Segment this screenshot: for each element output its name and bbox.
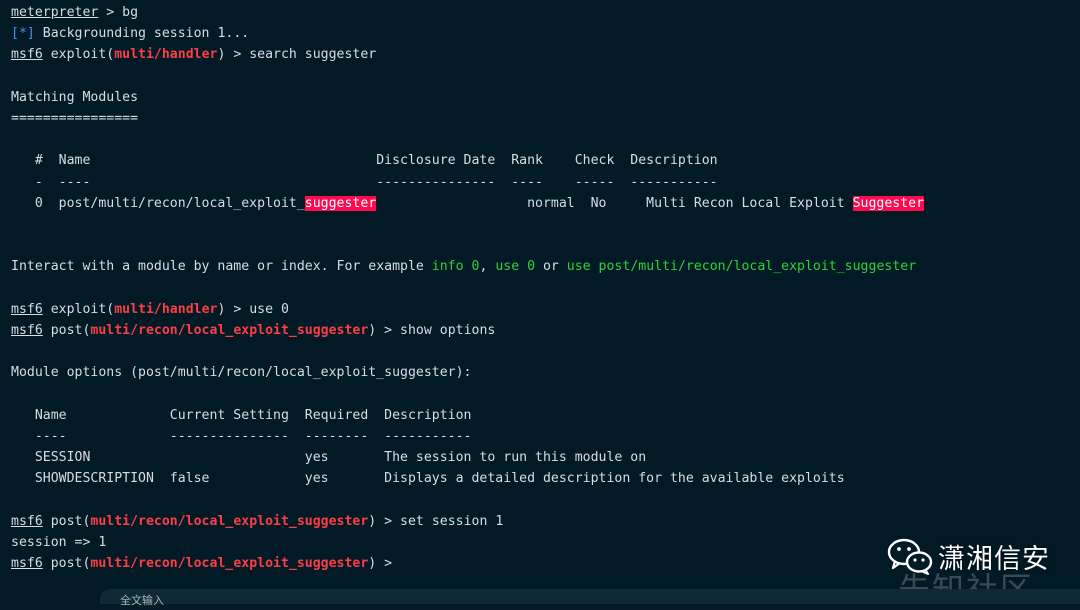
prompt-label: msf6: [11, 513, 43, 529]
status-tag: [*]: [11, 26, 35, 42]
hint-separator: ,: [479, 259, 496, 275]
table-row: SESSION yes The session to run this modu…: [11, 449, 647, 465]
command-text: ) > show options: [368, 322, 496, 338]
terminal-output: meterpreter > bg [*] Backgrounding sessi…: [11, 2, 1071, 574]
table-separator: - ---- --------------- ---- ----- ------…: [11, 174, 718, 190]
command-text: ) >: [368, 555, 401, 571]
prompt-context: post(: [42, 513, 91, 529]
table-row: SHOWDESCRIPTION false yes Displays a det…: [11, 471, 845, 487]
section-title: Module options (post/multi/recon/local_e…: [11, 365, 472, 381]
hint-text: Interact with a module by name or index.…: [11, 259, 432, 275]
status-text: Backgrounding session 1...: [34, 26, 250, 42]
prompt-label: msf6: [11, 47, 43, 63]
hint-command: use post/multi/recon/local_exploit_sugge…: [566, 259, 917, 275]
search-highlight: suggester: [304, 195, 377, 211]
table-header: # Name Disclosure Date Rank Check Descri…: [11, 153, 718, 169]
module-name: multi/recon/local_exploit_suggester: [90, 555, 369, 571]
terminal-line: msf6 post(multi/recon/local_exploit_sugg…: [11, 511, 1071, 532]
terminal-line: meterpreter > bg: [11, 2, 1071, 23]
prompt-label: msf6: [11, 322, 43, 338]
module-details: normal No Multi Recon Local Exploit: [376, 195, 853, 211]
module-name: multi/recon/local_exploit_suggester: [90, 513, 369, 529]
module-name: multi/recon/local_exploit_suggester: [90, 322, 369, 338]
prompt-context: exploit(: [42, 301, 115, 317]
module-name: multi/handler: [114, 47, 218, 63]
module-name: multi/handler: [114, 301, 218, 317]
prompt-label: msf6: [11, 301, 43, 317]
terminal-line: [*] Backgrounding session 1...: [11, 23, 1071, 44]
terminal-line: msf6 post(multi/recon/local_exploit_sugg…: [11, 320, 1071, 341]
module-path: 0 post/multi/recon/local_exploit_: [11, 195, 305, 211]
hint-command: use 0: [495, 259, 536, 275]
command-text: ) > search suggester: [217, 47, 377, 63]
bottom-input-bar[interactable]: 全文输入: [100, 589, 1080, 607]
command-text: > bg: [98, 5, 139, 20]
terminal-line: msf6 exploit(multi/handler) > use 0: [11, 299, 1071, 320]
command-text: ) > set session 1: [368, 513, 504, 529]
watermark-title: 潇湘信安: [938, 544, 1050, 575]
hint-line: Interact with a module by name or index.…: [11, 256, 1071, 277]
prompt-context: post(: [42, 555, 91, 571]
table-separator: ---- --------------- -------- ----------…: [11, 428, 472, 444]
search-highlight: Suggester: [852, 195, 925, 211]
bottom-bar-label: 全文输入: [120, 594, 164, 607]
section-title: Matching Modules: [11, 89, 139, 105]
prompt-label: meterpreter: [11, 5, 99, 20]
terminal-line: msf6 exploit(multi/handler) > search sug…: [11, 44, 1071, 65]
section-underline: ================: [11, 110, 139, 126]
hint-separator: or: [535, 259, 567, 275]
table-row: 0 post/multi/recon/local_exploit_suggest…: [11, 193, 1071, 214]
command-text: ) > use 0: [217, 301, 289, 317]
prompt-context: exploit(: [42, 47, 115, 63]
prompt-context: post(: [42, 322, 91, 338]
table-header: Name Current Setting Required Descriptio…: [11, 407, 472, 423]
hint-command: info 0: [431, 259, 480, 275]
prompt-label: msf6: [11, 555, 43, 571]
